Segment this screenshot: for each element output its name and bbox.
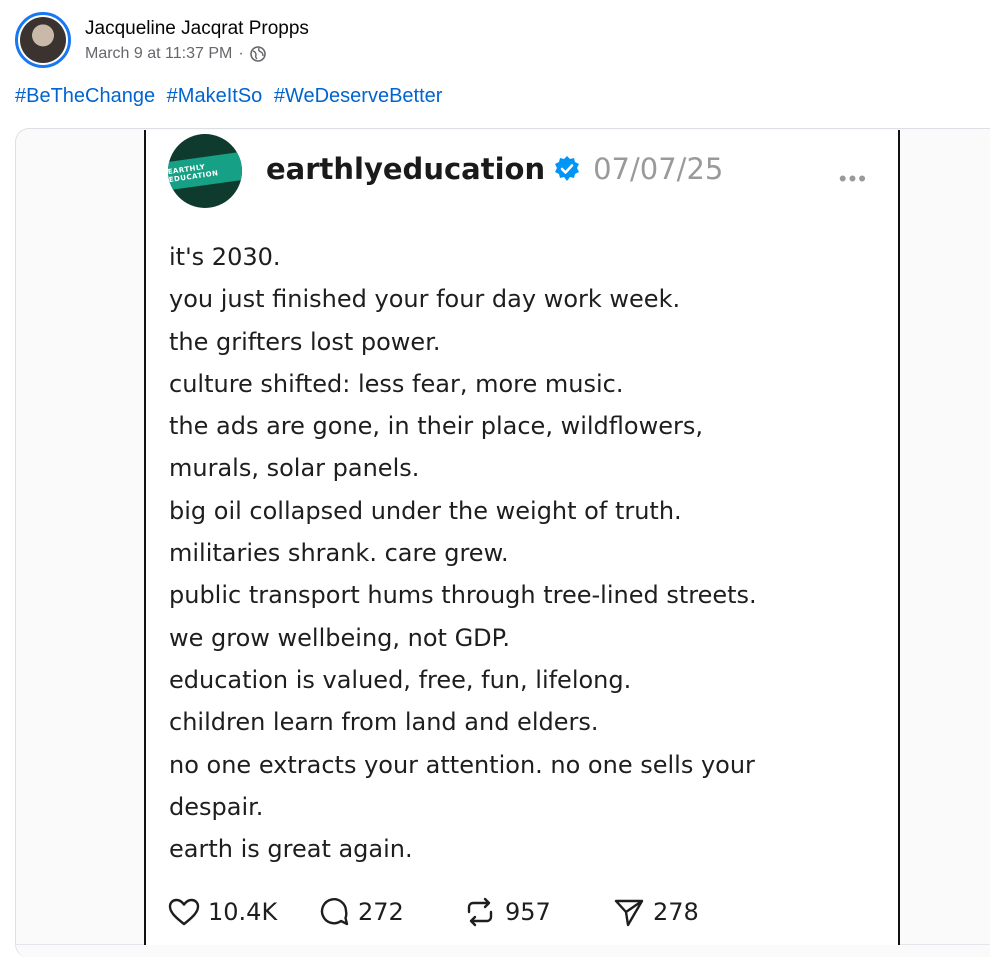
heart-icon: [168, 898, 200, 926]
comment-icon: [320, 898, 349, 926]
author-name[interactable]: Jacqueline Jacqrat Propps: [85, 17, 309, 41]
like-count: 10.4K: [208, 898, 278, 926]
post-line: it's 2030.: [169, 243, 281, 271]
repost-stat: 957: [463, 896, 613, 928]
hashtag-link[interactable]: #BeTheChange: [15, 85, 155, 107]
logo-text: EARTHLY EDUCATION: [168, 162, 219, 185]
post-line: we grow wellbeing, not GDP.: [169, 623, 511, 652]
post-line: earth is great again.: [169, 835, 413, 864]
post-line: murals, solar panels.: [169, 454, 420, 483]
post-line: the grifters lost power.: [169, 327, 441, 356]
share-stat: 278: [613, 897, 699, 927]
post-line: children learn from land and elders.: [169, 708, 599, 737]
embedded-date: 07/07/25: [593, 152, 724, 186]
post-header: Jacqueline Jacqrat Propps March 9 at 11:…: [15, 12, 309, 68]
earthlyeducation-logo: EARTHLY EDUCATION: [168, 134, 242, 208]
avatar-photo: [20, 17, 66, 63]
embedded-post-actions: 10.4K 272 957 278: [168, 896, 699, 928]
post-meta: Jacqueline Jacqrat Propps March 9 at 11:…: [85, 17, 309, 63]
author-avatar[interactable]: [15, 12, 71, 68]
post-line: culture shifted: less fear, more music.: [169, 369, 624, 398]
embedded-post-header: earthlyeducation 07/07/25: [266, 152, 723, 186]
logo-band: EARTHLY EDUCATION: [168, 151, 242, 191]
embedded-post-text: it's 2030. you just finished your four d…: [169, 236, 757, 870]
embedded-username: earthlyeducation: [266, 152, 546, 186]
post-timeline: March 9 at 11:37 PM ·: [85, 45, 309, 63]
post-line: the ads are gone, in their place, wildfl…: [169, 412, 703, 441]
repost-icon: [467, 897, 493, 927]
send-icon: [614, 899, 644, 927]
repost-count: 957: [505, 898, 551, 926]
post-line: despair.: [169, 792, 264, 821]
comment-count: 272: [358, 898, 404, 926]
post-line: no one extracts your attention. no one s…: [169, 750, 755, 779]
more-options-icon: •••: [838, 166, 868, 191]
post-line: militaries shrank. care grew.: [169, 539, 509, 568]
hashtags: #BeTheChange #MakeItSo #WeDeserveBetter: [15, 85, 448, 108]
post-line: big oil collapsed under the weight of tr…: [169, 496, 682, 525]
globe-icon[interactable]: [249, 46, 266, 62]
hashtag-link[interactable]: #MakeItSo: [167, 85, 263, 107]
hashtag-link[interactable]: #WeDeserveBetter: [274, 85, 443, 107]
post-line: education is valued, free, fun, lifelong…: [169, 665, 632, 694]
separator-dot: ·: [238, 45, 244, 62]
like-stat: 10.4K: [168, 897, 318, 927]
facebook-post: Jacqueline Jacqrat Propps March 9 at 11:…: [0, 0, 990, 957]
share-count: 278: [653, 898, 699, 926]
embedded-post-image[interactable]: EARTHLY EDUCATION earthlyeducation 07/07…: [144, 130, 900, 945]
post-line: you just finished your four day work wee…: [169, 285, 681, 314]
post-line: public transport hums through tree-lined…: [169, 581, 757, 610]
comment-stat: 272: [318, 896, 463, 928]
verified-badge-icon: [553, 155, 581, 183]
post-timestamp[interactable]: March 9 at 11:37 PM: [85, 45, 232, 63]
